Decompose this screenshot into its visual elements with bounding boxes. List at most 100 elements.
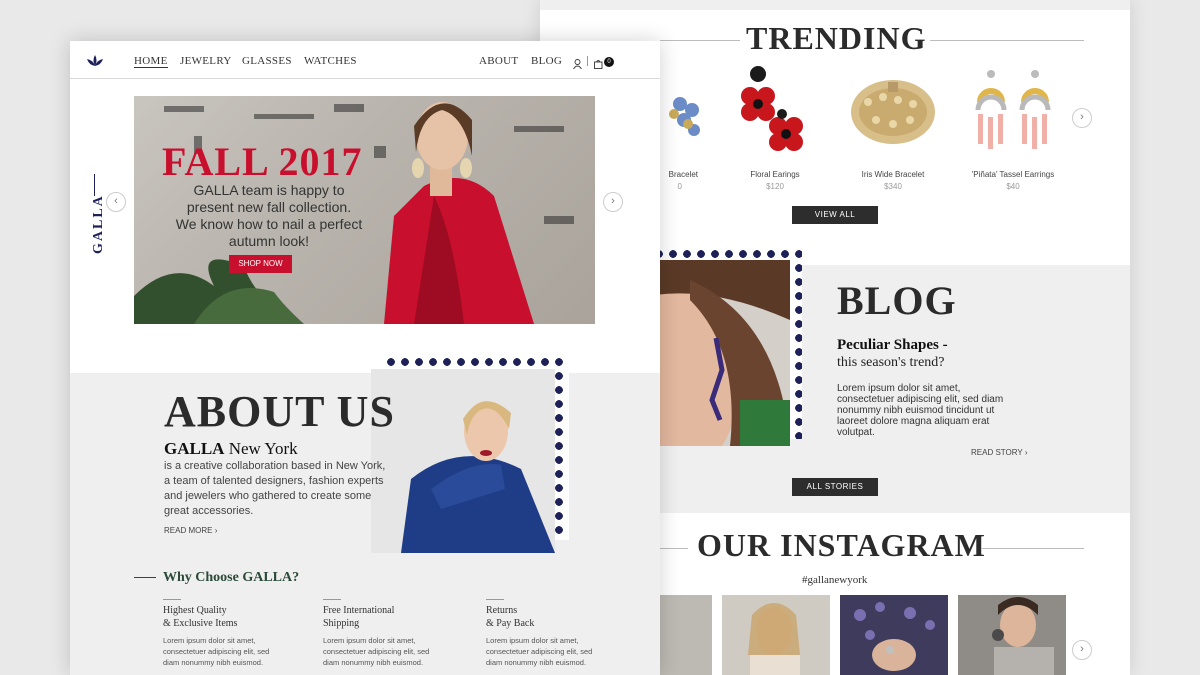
chevron-right-icon: › (1024, 448, 1028, 457)
product-price: $340 (884, 182, 902, 191)
nav-watches[interactable]: WATCHES (304, 55, 357, 67)
why-text-line: Lorem ipsum dolor sit amet, (163, 636, 256, 645)
instagram-title: OUR INSTAGRAM (697, 527, 986, 563)
top-navigation: HOME JEWELRY GLASSES WATCHES ABOUT BLOG … (70, 41, 660, 79)
why-col-text: Lorem ipsum dolor sit amet, consectetuer… (163, 635, 303, 668)
instagram-hashtag[interactable]: #gallanewyork (802, 574, 867, 586)
nav-glasses[interactable]: GLASSES (242, 55, 292, 67)
read-story-link[interactable]: READ STORY › (971, 448, 1027, 457)
why-col-title: & Exclusive Items (163, 618, 238, 629)
shop-now-button[interactable]: SHOP NOW (229, 255, 292, 273)
why-column: Highest Quality & Exclusive Items Lorem … (163, 599, 303, 668)
why-text-line: diam nonummy nibh euismod. (486, 658, 587, 667)
why-text-line: consectetuer adipiscing elit, sed (163, 647, 270, 656)
nav-about[interactable]: ABOUT (479, 55, 518, 67)
excerpt-line: consectetuer adipiscing elit, sed diam (837, 394, 1004, 405)
why-col-title: Shipping (323, 618, 360, 629)
why-column: Free International Shipping Lorem ipsum … (323, 599, 463, 668)
hero-text-line: autumn look! (228, 233, 310, 249)
front-page-mockup: HOME JEWELRY GLASSES WATCHES ABOUT BLOG … (70, 41, 660, 675)
product-card[interactable]: 'Piñata' Tassel Earrings $40 (958, 62, 1068, 191)
why-text-line: consectetuer adipiscing elit, sed (486, 647, 593, 656)
product-image (720, 62, 830, 162)
product-image (838, 62, 948, 162)
nav-blog[interactable]: BLOG (531, 55, 562, 67)
chevron-right-icon: › (214, 526, 218, 535)
chevron-right-icon[interactable]: › (603, 192, 623, 212)
cart-count-badge: 0 (604, 57, 614, 67)
why-title: Why Choose GALLA? (163, 570, 300, 585)
hero-banner: FALL 2017 GALLA team is happy to present… (134, 96, 595, 324)
product-name: Iris Wide Bracelet (861, 170, 925, 179)
why-col-title: Free International (323, 605, 395, 616)
divider (323, 599, 341, 600)
why-text-line: consectetuer adipiscing elit, sed (323, 647, 430, 656)
divider (486, 599, 504, 600)
about-title: ABOUT US (164, 387, 395, 436)
chevron-left-icon[interactable]: ‹ (106, 192, 126, 212)
divider (660, 40, 740, 41)
hero-text-line: GALLA team is happy to (193, 182, 345, 198)
divider (930, 40, 1084, 41)
blog-post-subtitle: this season's trend? (837, 355, 945, 370)
trending-title: TRENDING (746, 20, 927, 56)
why-col-title: & Pay Back (486, 618, 535, 629)
hero-title: FALL 2017 (162, 139, 363, 184)
chevron-right-icon[interactable]: › (1072, 108, 1092, 128)
hero-text: GALLA team is happy to present new fall … (154, 182, 384, 250)
divider (134, 577, 156, 578)
instagram-photo[interactable] (722, 595, 830, 675)
hero-text-line: We know how to nail a perfect (175, 216, 363, 232)
product-image (958, 62, 1068, 162)
brand-rest: New York (224, 439, 298, 458)
lotus-icon[interactable] (86, 54, 104, 72)
user-icon[interactable] (573, 56, 582, 74)
read-story-label: READ STORY (971, 448, 1023, 457)
divider (660, 548, 688, 549)
excerpt-line: volutpat. (837, 427, 875, 438)
why-col-text: Lorem ipsum dolor sit amet, consectetuer… (486, 635, 626, 668)
side-brand-logo: GALLA (91, 194, 106, 254)
divider (982, 548, 1084, 549)
vertical-line (94, 174, 95, 196)
read-more-label: READ MORE (164, 526, 213, 535)
excerpt-line: nonummy nibh euismod tincidunt ut (837, 405, 995, 416)
blog-excerpt: Lorem ipsum dolor sit amet, consectetuer… (837, 383, 1003, 438)
why-text-line: diam nonummy nibh euismod. (163, 658, 264, 667)
brand-bold: GALLA (164, 439, 225, 458)
instagram-photo[interactable] (958, 595, 1066, 675)
why-text-line: Lorem ipsum dolor sit amet, (486, 636, 579, 645)
instagram-photo[interactable] (840, 595, 948, 675)
product-name: Floral Earings (750, 170, 800, 179)
why-column: Returns & Pay Back Lorem ipsum dolor sit… (486, 599, 626, 668)
about-brand: GALLA New York (164, 439, 298, 459)
divider (163, 599, 181, 600)
product-card[interactable]: Floral Earings $120 (720, 62, 830, 191)
product-name: 'Piñata' Tassel Earrings (971, 170, 1055, 179)
why-text-line: Lorem ipsum dolor sit amet, (323, 636, 416, 645)
about-text-line: and jewelers who gathered to create some (164, 490, 372, 502)
about-text-line: great accessories. (164, 505, 254, 517)
why-col-text: Lorem ipsum dolor sit amet, consectetuer… (323, 635, 463, 668)
hero-text-line: present new fall collection. (186, 199, 352, 215)
read-more-link[interactable]: READ MORE › (164, 526, 217, 535)
excerpt-line: laoreet dolore magna aliquam erat (837, 416, 990, 427)
excerpt-line: Lorem ipsum dolor sit amet, (837, 383, 961, 394)
why-text-line: diam nonummy nibh euismod. (323, 658, 424, 667)
about-text: is a creative collaboration based in New… (164, 459, 385, 519)
product-price: $120 (766, 182, 784, 191)
why-col-title: Highest Quality (163, 605, 227, 616)
product-card[interactable]: Iris Wide Bracelet $340 (838, 62, 948, 191)
nav-home[interactable]: HOME (134, 55, 168, 68)
about-text-line: a team of talented designers, fashion ex… (164, 475, 384, 487)
view-all-button[interactable]: VIEW ALL (792, 206, 878, 224)
about-image (371, 369, 555, 553)
product-price: $40 (1006, 182, 1020, 191)
blog-post-title[interactable]: Peculiar Shapes - (837, 337, 948, 354)
nav-jewelry[interactable]: JEWELRY (180, 55, 232, 67)
chevron-right-icon[interactable]: › (1072, 640, 1092, 660)
blog-title: BLOG (837, 278, 957, 323)
shopping-bag-icon[interactable] (594, 56, 603, 74)
all-stories-button[interactable]: ALL STORIES (792, 478, 878, 496)
why-col-title: Returns (486, 605, 518, 616)
